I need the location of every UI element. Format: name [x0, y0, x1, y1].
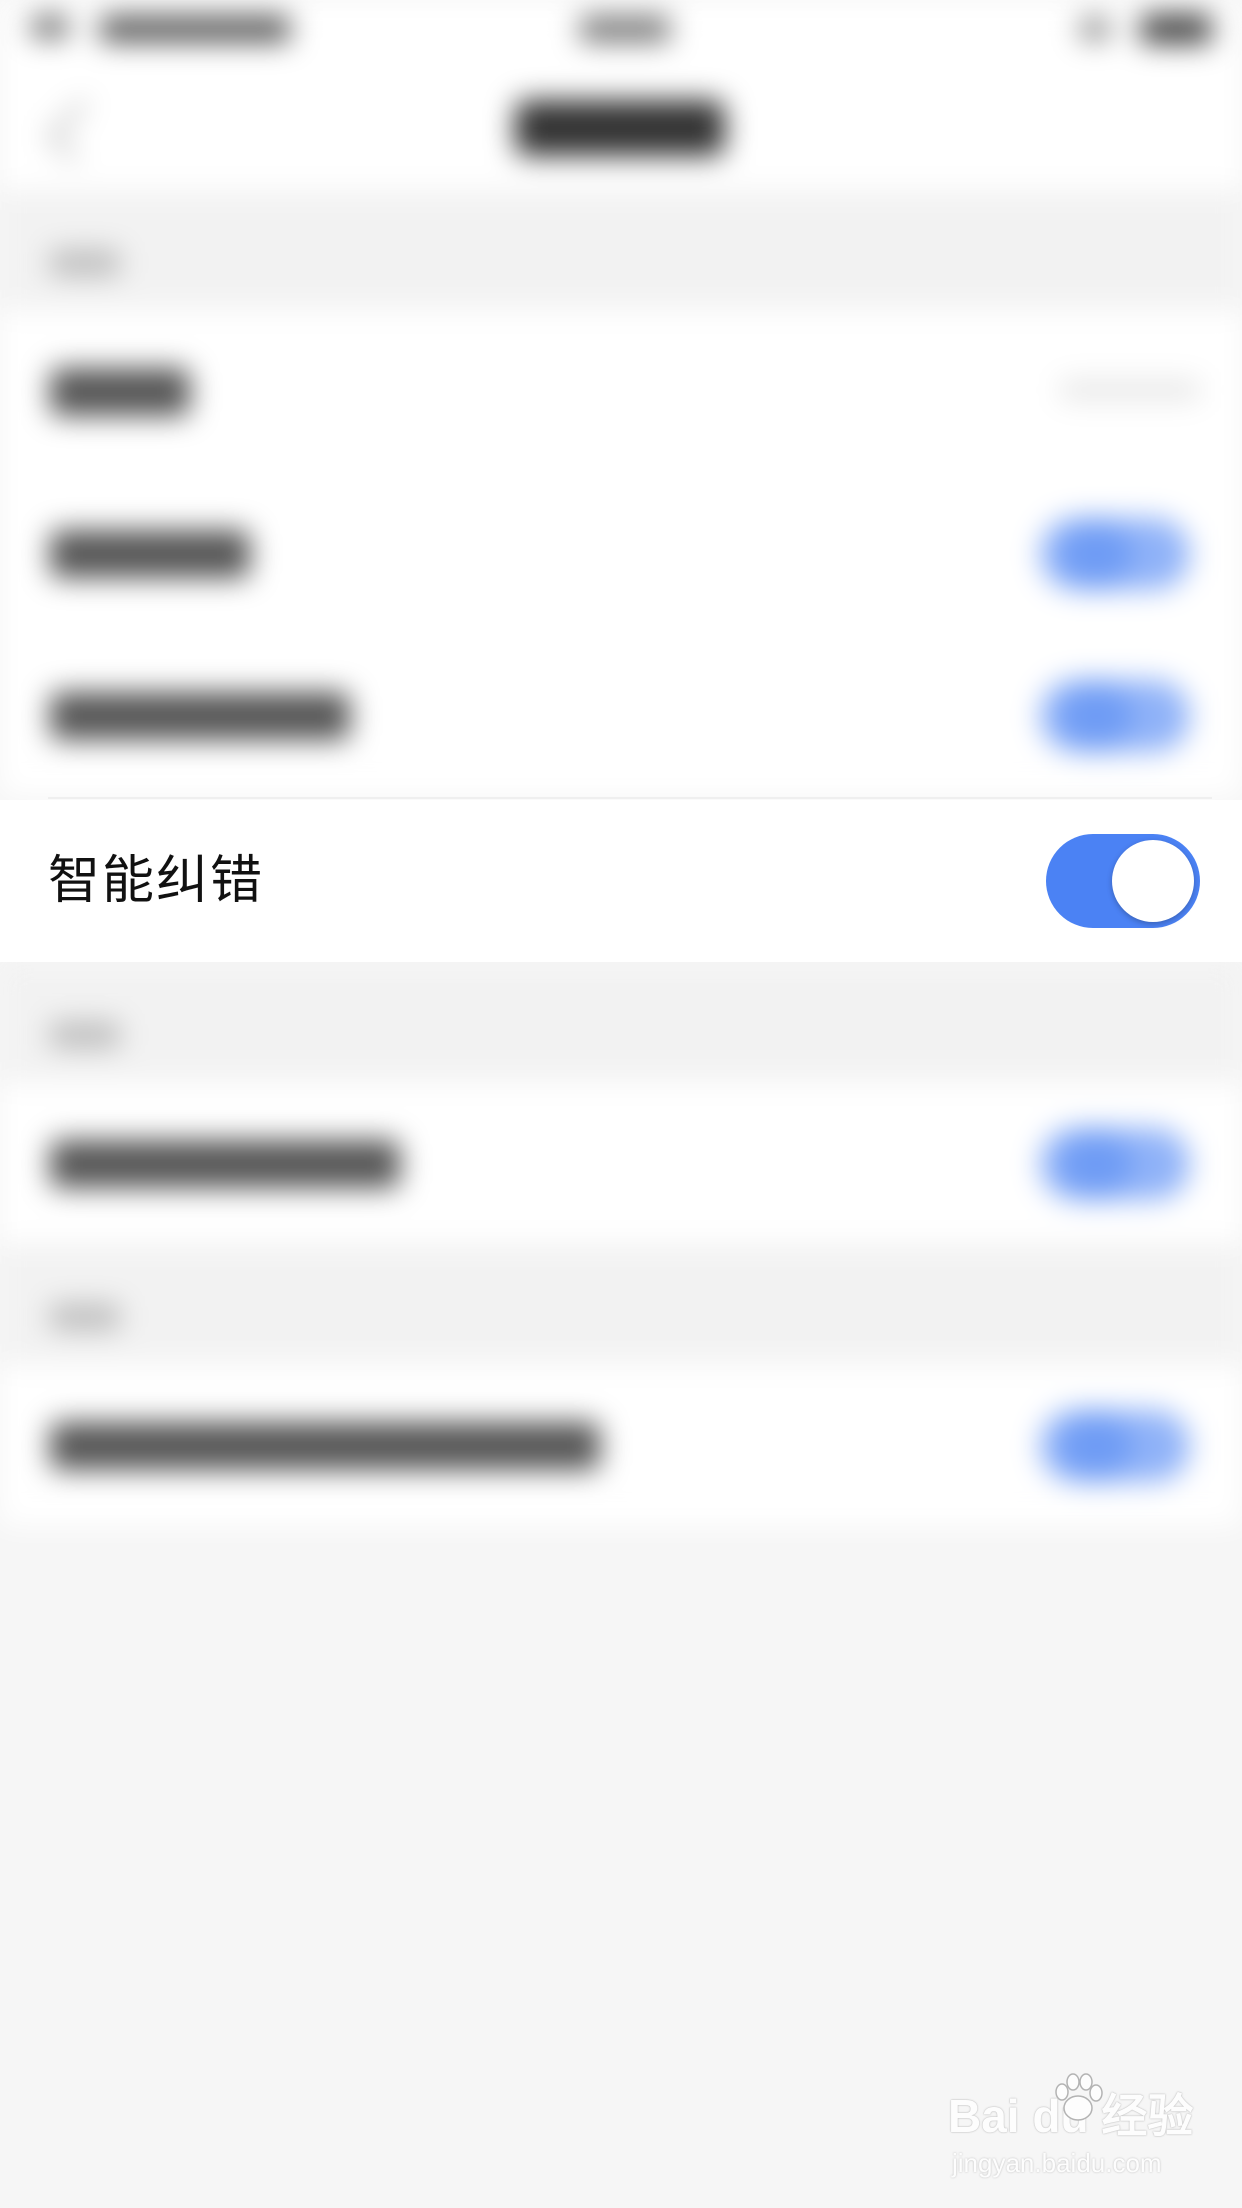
settings-row-blurred[interactable] — [0, 634, 1242, 796]
section-header-blurred — [0, 1244, 1242, 1364]
row-divider — [48, 797, 1212, 799]
toggle-knob — [1112, 840, 1194, 922]
smart-correction-row[interactable]: 智能纠错 — [0, 797, 1242, 962]
back-arrow-icon[interactable] — [47, 99, 109, 162]
status-bar — [0, 0, 1242, 60]
toggle-knob-blurred — [1060, 1128, 1132, 1200]
baidu-jingyan-watermark: Bai du 经验 jingyan.baidu.com — [948, 2073, 1228, 2190]
row-value-blurred — [1060, 380, 1200, 400]
carrier-text-blurred — [100, 16, 290, 42]
settings-row-blurred[interactable] — [0, 1364, 1242, 1526]
settings-row-blurred[interactable] — [0, 472, 1242, 634]
smart-correction-toggle[interactable] — [1046, 834, 1200, 928]
nav-bar — [0, 60, 1242, 190]
settings-screen: 智能纠错 Bai du 经验 jingyan.baidu.com — [0, 0, 1242, 2208]
toggle-knob-blurred — [1060, 1410, 1132, 1482]
row-label-blurred — [50, 368, 190, 416]
section-header-blurred — [0, 190, 1242, 310]
section-header-text-blurred — [50, 250, 120, 276]
row-label-blurred — [50, 1140, 400, 1188]
settings-row-blurred[interactable] — [0, 310, 1242, 472]
blurred-background — [0, 0, 1242, 2208]
page-title-blurred — [515, 100, 725, 156]
paw-icon — [1055, 2073, 1103, 2121]
watermark-url: jingyan.baidu.com — [952, 2148, 1162, 2178]
row-label-blurred — [50, 530, 250, 578]
settings-row-blurred[interactable] — [0, 1082, 1242, 1244]
signal-icon — [30, 16, 70, 38]
section-header-text-blurred — [50, 1022, 120, 1048]
row-label-blurred — [50, 1422, 600, 1470]
row-label-blurred — [50, 692, 350, 740]
clock-blurred — [580, 16, 670, 42]
battery-icon — [1140, 14, 1212, 44]
section-header-text-blurred — [50, 1304, 120, 1330]
toggle-knob-blurred — [1060, 680, 1132, 752]
bluetooth-icon — [1080, 18, 1110, 40]
section-header-blurred — [0, 962, 1242, 1082]
toggle-knob-blurred — [1060, 518, 1132, 590]
smart-correction-label: 智能纠错 — [48, 851, 265, 911]
